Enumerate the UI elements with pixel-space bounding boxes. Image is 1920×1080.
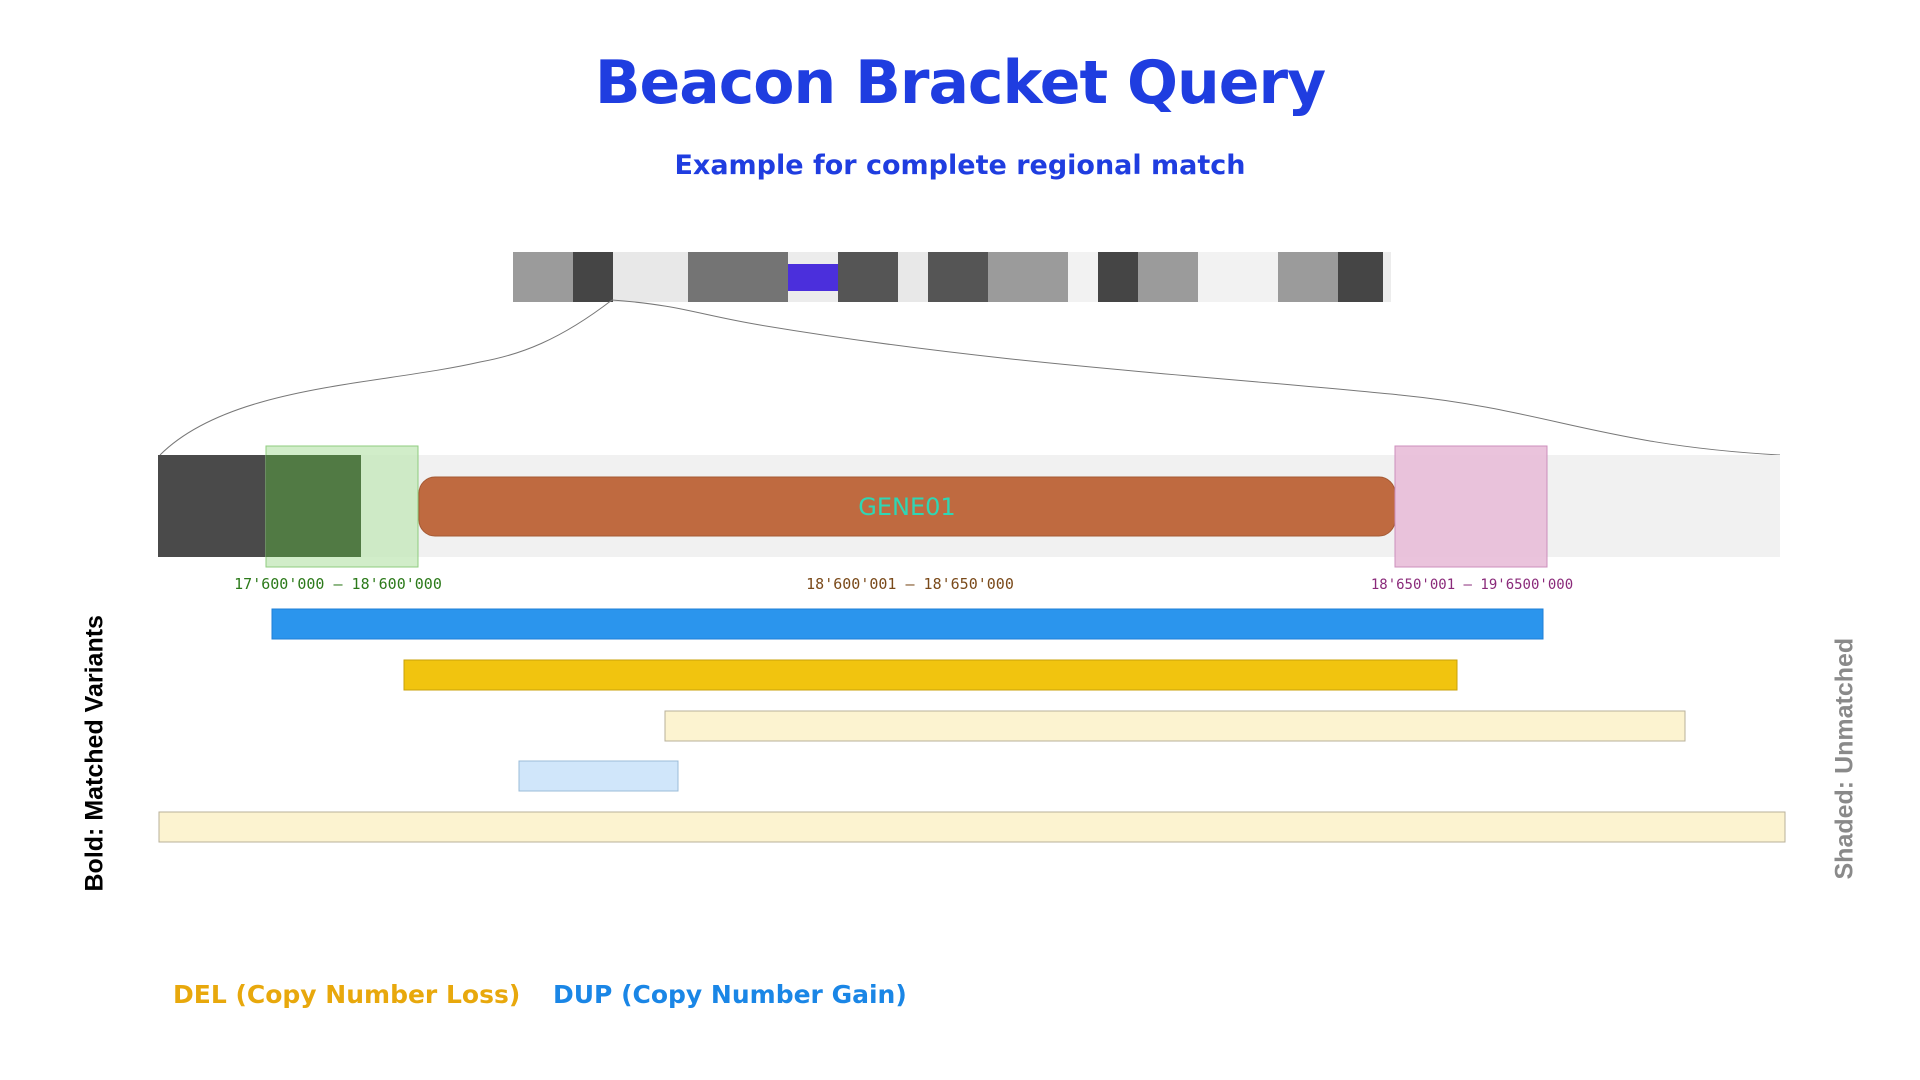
zoom-connector-left	[159, 299, 613, 456]
end-range-box	[1394, 445, 1548, 568]
chromosome-band	[573, 252, 613, 302]
chromosome-band	[838, 252, 898, 302]
variant-bars	[158, 608, 1786, 843]
chromosome-band	[988, 252, 1068, 302]
variant-bar-unmatched-del-long	[158, 811, 1786, 843]
variant-bar-unmatched-del	[664, 710, 1686, 742]
chromosome-band	[928, 252, 988, 302]
chromosome-band	[513, 252, 573, 302]
chromosome-band	[1198, 252, 1278, 302]
variant-bar-unmatched-dup	[518, 760, 679, 792]
bracket-query-diagram: GENE01 17'600'000 – 18'600'000 18'600'00…	[158, 252, 1786, 843]
matched-variants-label: Bold: Matched Variants	[80, 615, 109, 892]
chromosome-ideogram	[513, 252, 1391, 302]
start-range-overlap	[266, 455, 361, 557]
start-range-label: 17'600'000 – 18'600'000	[234, 575, 442, 593]
variant-bar-matched-del	[403, 659, 1458, 691]
end-range-label: 18'650'001 – 19'6500'000	[1371, 577, 1573, 593]
chromosome-band	[613, 252, 688, 302]
zoom-connector-right	[611, 299, 1781, 456]
unmatched-variants-label: Shaded: Unmatched	[1830, 637, 1859, 880]
centromere	[788, 264, 838, 291]
chromosome-band	[898, 252, 928, 302]
chromosome-band	[1098, 252, 1138, 302]
chromosome-band	[688, 252, 788, 302]
chromosome-band	[1278, 252, 1338, 302]
variant-bar-matched-dup	[271, 608, 1544, 640]
chromosome-band	[1138, 252, 1198, 302]
gene-range-label: 18'600'001 – 18'650'000	[806, 575, 1014, 593]
chromosome-band	[1068, 252, 1098, 302]
legend-dup: DUP (Copy Number Gain)	[553, 980, 907, 1009]
legend-del: DEL (Copy Number Loss)	[173, 980, 521, 1009]
gene-label: GENE01	[858, 493, 955, 521]
chromosome-band	[1338, 252, 1383, 302]
